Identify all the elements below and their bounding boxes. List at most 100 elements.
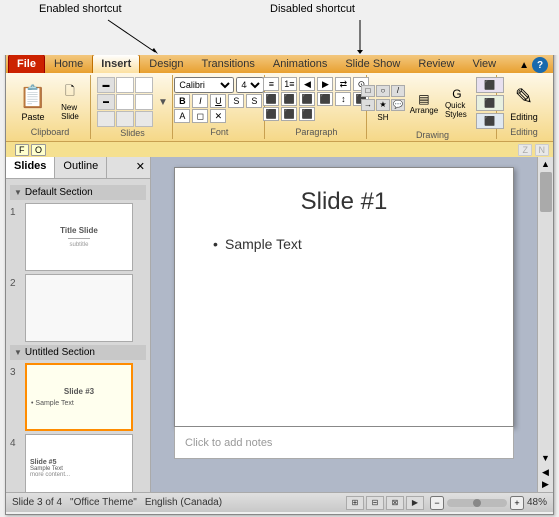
strikethrough-button[interactable]: S [228,94,244,108]
convert-button[interactable]: ⬛ [299,107,315,121]
highlight-button[interactable]: ◻ [192,109,208,123]
section-default[interactable]: ▼ Default Section [10,185,146,200]
slide-thumb-4[interactable]: Slide #5 Sample Text more content... [25,434,133,492]
scroll-up-button[interactable]: ▲ [539,157,552,171]
shadow-button[interactable]: S [246,94,262,108]
new-slide-button[interactable]: 🗋 NewSlide [54,88,86,116]
scroll-thumb[interactable] [540,172,552,212]
panel-tabs: Slides Outline ✕ [6,157,150,179]
align-right-button[interactable]: ⬛ [299,92,315,106]
numbering-button[interactable]: 1≡ [281,77,297,91]
tab-file[interactable]: File [8,54,45,73]
shape-line[interactable]: / [391,85,405,97]
tab-view[interactable]: View [463,54,505,73]
ribbon-group-drawing: □ ○ / → ★ 💬 SH ▤ Arrange G [369,75,497,139]
slides-expand[interactable]: ▼ [158,97,168,108]
editing-label: Editing [510,126,538,137]
layout-btn-6[interactable] [135,94,153,110]
ppt-window: P Title Slide2.pptx - Microsoft PowerPoi… [5,28,554,515]
tab-home[interactable]: Home [45,54,92,73]
section-untitled[interactable]: ▼ Untitled Section [10,345,146,360]
direction-button[interactable]: ⇄ [335,77,351,91]
tab-insert[interactable]: Insert [92,54,140,73]
arrange-icon: ▤ [418,92,429,106]
page-nav-buttons: ◀ ▶ [540,465,551,492]
clipboard-buttons: 📋 Paste 🗋 NewSlide [14,77,86,126]
zoom-out-button[interactable]: − [430,496,444,510]
shape-arr[interactable]: → [361,99,375,111]
prev-slide-button[interactable]: ◀ [542,467,549,478]
align-text-button[interactable]: ⬛ [281,107,297,121]
tab-design[interactable]: Design [140,54,192,73]
layout-btn-7[interactable] [97,111,115,127]
section-untitled-label: Untitled Section [25,347,95,358]
tab-slideshow[interactable]: Slide Show [336,54,409,73]
zoom-level[interactable]: 48% [527,497,547,508]
shape-star[interactable]: ★ [376,99,390,111]
layout-btn-4[interactable]: ▬ [97,94,115,110]
reading-view-button[interactable]: ⊠ [386,496,404,510]
font-label: Font [210,126,228,137]
quick-styles-button[interactable]: G Quick Styles [443,89,471,117]
bullets-button[interactable]: ≡ [263,77,279,91]
clear-format-button[interactable]: ✕ [210,109,226,123]
shape-rect[interactable]: □ [361,85,375,97]
layout-btn-2[interactable] [116,77,134,93]
layout-btn-1[interactable]: ▬ [97,77,115,93]
text-direction-button[interactable]: ⬛ [263,107,279,121]
layout-btn-9[interactable] [135,111,153,127]
layout-btn-5[interactable] [116,94,134,110]
slide-canvas[interactable]: Slide #1 Sample Text [174,167,514,427]
arrange-button[interactable]: ▤ Arrange [408,89,440,117]
layout-btn-3[interactable] [135,77,153,93]
outline-tab[interactable]: Outline [55,157,107,178]
bold-button[interactable]: B [174,94,190,108]
spacing-button[interactable]: ↕ [335,92,351,106]
shapes-label[interactable]: SH [361,113,405,122]
workspace: Slides Outline ✕ ▼ Default Section 1 Tit… [6,157,553,492]
normal-view-button[interactable]: ⊞ [346,496,364,510]
language: English (Canada) [145,497,222,508]
keytip-fo: F O [15,145,46,155]
justify-button[interactable]: ⬛ [317,92,333,106]
scroll-down-button[interactable]: ▼ [539,451,552,465]
editing-button[interactable]: ✎ Editing [505,79,543,125]
slides-list: ▼ Default Section 1 Title Slide subtitle [6,179,150,492]
ribbon-collapse-button[interactable]: ▲ [519,60,529,71]
notes-area[interactable]: Click to add notes [174,427,514,459]
slide-3-content: Slide #3 • Sample Text [27,383,131,411]
panel-close-button[interactable]: ✕ [131,157,150,178]
slide-thumb-1[interactable]: Title Slide subtitle [25,203,133,271]
zoom-slider-thumb [473,499,481,507]
tab-transitions[interactable]: Transitions [193,54,264,73]
italic-button[interactable]: I [192,94,208,108]
slide-thumb-2[interactable] [25,274,133,342]
new-slide-icon: 🗋 [65,82,75,103]
align-left-button[interactable]: ⬛ [263,92,279,106]
right-scrollbar[interactable]: ▲ ▼ ◀ ▶ [537,157,553,492]
slide-item-3: 3 Slide #3 • Sample Text [10,363,146,431]
zoom-slider[interactable] [447,499,507,507]
layout-btn-8[interactable] [116,111,134,127]
slide-item-1: 1 Title Slide subtitle [10,203,146,271]
paste-button[interactable]: 📋 Paste [14,79,52,125]
align-center-button[interactable]: ⬛ [281,92,297,106]
indent-inc-button[interactable]: ▶ [317,77,333,91]
tab-animations[interactable]: Animations [264,54,336,73]
help-button[interactable]: ? [532,57,548,73]
tab-review[interactable]: Review [409,54,463,73]
underline-button[interactable]: U [210,94,226,108]
font-color-button[interactable]: A [174,109,190,123]
font-size-select[interactable]: 44 [236,77,264,93]
next-slide-button[interactable]: ▶ [542,479,549,490]
keytip-bar: F O Z N [6,141,553,157]
slide-thumb-3[interactable]: Slide #3 • Sample Text [25,363,133,431]
indent-dec-button[interactable]: ◀ [299,77,315,91]
slides-tab[interactable]: Slides [6,157,55,178]
font-family-select[interactable]: Calibri [174,77,234,93]
slideshow-button[interactable]: ▶ [406,496,424,510]
shape-callout[interactable]: 💬 [391,99,405,111]
shape-oval[interactable]: ○ [376,85,390,97]
zoom-in-button[interactable]: + [510,496,524,510]
slide-sorter-button[interactable]: ⊟ [366,496,384,510]
